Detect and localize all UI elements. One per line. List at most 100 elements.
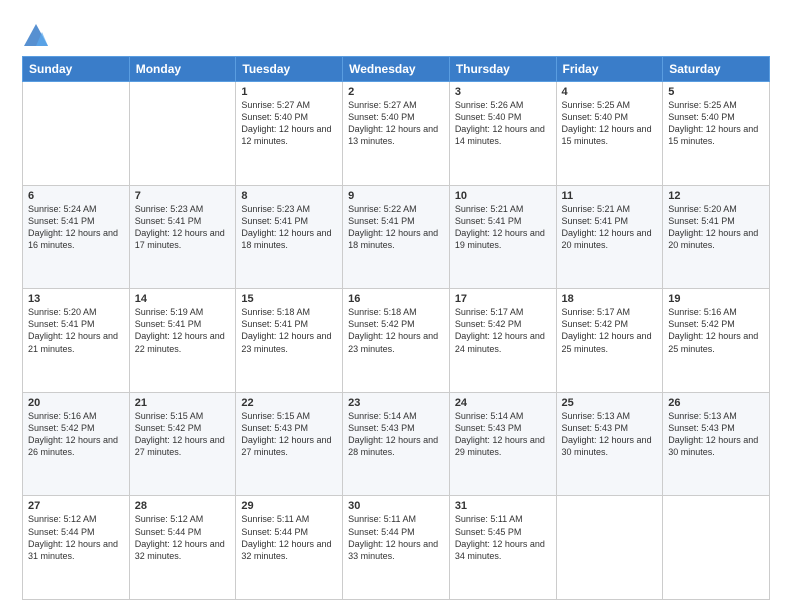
cell-info: Sunrise: 5:25 AMSunset: 5:40 PMDaylight:… xyxy=(562,99,658,148)
cell-info: Sunrise: 5:16 AMSunset: 5:42 PMDaylight:… xyxy=(28,410,124,459)
cell-info: Sunrise: 5:11 AMSunset: 5:44 PMDaylight:… xyxy=(348,513,444,562)
calendar-cell: 28Sunrise: 5:12 AMSunset: 5:44 PMDayligh… xyxy=(129,496,236,600)
cell-info: Sunrise: 5:11 AMSunset: 5:45 PMDaylight:… xyxy=(455,513,551,562)
calendar-cell: 17Sunrise: 5:17 AMSunset: 5:42 PMDayligh… xyxy=(449,289,556,393)
cell-info: Sunrise: 5:23 AMSunset: 5:41 PMDaylight:… xyxy=(135,203,231,252)
day-number: 19 xyxy=(668,293,764,305)
cell-info: Sunrise: 5:27 AMSunset: 5:40 PMDaylight:… xyxy=(348,99,444,148)
day-number: 27 xyxy=(28,500,124,512)
weekday-header: Thursday xyxy=(449,57,556,82)
calendar-cell: 5Sunrise: 5:25 AMSunset: 5:40 PMDaylight… xyxy=(663,82,770,186)
day-number: 29 xyxy=(241,500,337,512)
cell-info: Sunrise: 5:19 AMSunset: 5:41 PMDaylight:… xyxy=(135,306,231,355)
calendar-cell: 4Sunrise: 5:25 AMSunset: 5:40 PMDaylight… xyxy=(556,82,663,186)
calendar-cell: 20Sunrise: 5:16 AMSunset: 5:42 PMDayligh… xyxy=(23,392,130,496)
calendar-cell: 24Sunrise: 5:14 AMSunset: 5:43 PMDayligh… xyxy=(449,392,556,496)
day-number: 1 xyxy=(241,86,337,98)
day-number: 11 xyxy=(562,190,658,202)
calendar-cell: 7Sunrise: 5:23 AMSunset: 5:41 PMDaylight… xyxy=(129,185,236,289)
day-number: 2 xyxy=(348,86,444,98)
day-number: 3 xyxy=(455,86,551,98)
weekday-header: Tuesday xyxy=(236,57,343,82)
calendar-cell: 12Sunrise: 5:20 AMSunset: 5:41 PMDayligh… xyxy=(663,185,770,289)
cell-info: Sunrise: 5:13 AMSunset: 5:43 PMDaylight:… xyxy=(668,410,764,459)
day-number: 24 xyxy=(455,397,551,409)
logo xyxy=(22,22,54,50)
day-number: 18 xyxy=(562,293,658,305)
cell-info: Sunrise: 5:20 AMSunset: 5:41 PMDaylight:… xyxy=(28,306,124,355)
calendar-cell xyxy=(556,496,663,600)
cell-info: Sunrise: 5:26 AMSunset: 5:40 PMDaylight:… xyxy=(455,99,551,148)
calendar-cell xyxy=(129,82,236,186)
page-header xyxy=(22,18,770,50)
cell-info: Sunrise: 5:17 AMSunset: 5:42 PMDaylight:… xyxy=(562,306,658,355)
cell-info: Sunrise: 5:23 AMSunset: 5:41 PMDaylight:… xyxy=(241,203,337,252)
cell-info: Sunrise: 5:22 AMSunset: 5:41 PMDaylight:… xyxy=(348,203,444,252)
calendar-cell: 14Sunrise: 5:19 AMSunset: 5:41 PMDayligh… xyxy=(129,289,236,393)
calendar-cell: 31Sunrise: 5:11 AMSunset: 5:45 PMDayligh… xyxy=(449,496,556,600)
calendar-week-row: 6Sunrise: 5:24 AMSunset: 5:41 PMDaylight… xyxy=(23,185,770,289)
day-number: 5 xyxy=(668,86,764,98)
calendar-cell: 3Sunrise: 5:26 AMSunset: 5:40 PMDaylight… xyxy=(449,82,556,186)
day-number: 8 xyxy=(241,190,337,202)
day-number: 16 xyxy=(348,293,444,305)
cell-info: Sunrise: 5:21 AMSunset: 5:41 PMDaylight:… xyxy=(455,203,551,252)
day-number: 28 xyxy=(135,500,231,512)
day-number: 9 xyxy=(348,190,444,202)
cell-info: Sunrise: 5:15 AMSunset: 5:42 PMDaylight:… xyxy=(135,410,231,459)
day-number: 6 xyxy=(28,190,124,202)
calendar-cell: 10Sunrise: 5:21 AMSunset: 5:41 PMDayligh… xyxy=(449,185,556,289)
day-number: 26 xyxy=(668,397,764,409)
weekday-header: Wednesday xyxy=(343,57,450,82)
calendar-cell: 19Sunrise: 5:16 AMSunset: 5:42 PMDayligh… xyxy=(663,289,770,393)
cell-info: Sunrise: 5:11 AMSunset: 5:44 PMDaylight:… xyxy=(241,513,337,562)
cell-info: Sunrise: 5:18 AMSunset: 5:42 PMDaylight:… xyxy=(348,306,444,355)
cell-info: Sunrise: 5:12 AMSunset: 5:44 PMDaylight:… xyxy=(28,513,124,562)
weekday-header: Saturday xyxy=(663,57,770,82)
calendar-cell: 18Sunrise: 5:17 AMSunset: 5:42 PMDayligh… xyxy=(556,289,663,393)
calendar-cell: 15Sunrise: 5:18 AMSunset: 5:41 PMDayligh… xyxy=(236,289,343,393)
cell-info: Sunrise: 5:18 AMSunset: 5:41 PMDaylight:… xyxy=(241,306,337,355)
calendar-cell: 22Sunrise: 5:15 AMSunset: 5:43 PMDayligh… xyxy=(236,392,343,496)
logo-icon xyxy=(22,22,50,50)
day-number: 20 xyxy=(28,397,124,409)
calendar-cell xyxy=(663,496,770,600)
cell-info: Sunrise: 5:27 AMSunset: 5:40 PMDaylight:… xyxy=(241,99,337,148)
cell-info: Sunrise: 5:15 AMSunset: 5:43 PMDaylight:… xyxy=(241,410,337,459)
calendar-cell: 2Sunrise: 5:27 AMSunset: 5:40 PMDaylight… xyxy=(343,82,450,186)
day-number: 25 xyxy=(562,397,658,409)
calendar-cell: 8Sunrise: 5:23 AMSunset: 5:41 PMDaylight… xyxy=(236,185,343,289)
cell-info: Sunrise: 5:12 AMSunset: 5:44 PMDaylight:… xyxy=(135,513,231,562)
calendar-cell: 16Sunrise: 5:18 AMSunset: 5:42 PMDayligh… xyxy=(343,289,450,393)
day-number: 15 xyxy=(241,293,337,305)
calendar-cell: 29Sunrise: 5:11 AMSunset: 5:44 PMDayligh… xyxy=(236,496,343,600)
calendar-cell: 30Sunrise: 5:11 AMSunset: 5:44 PMDayligh… xyxy=(343,496,450,600)
calendar-header-row: SundayMondayTuesdayWednesdayThursdayFrid… xyxy=(23,57,770,82)
calendar-cell: 27Sunrise: 5:12 AMSunset: 5:44 PMDayligh… xyxy=(23,496,130,600)
calendar-week-row: 27Sunrise: 5:12 AMSunset: 5:44 PMDayligh… xyxy=(23,496,770,600)
calendar-cell: 9Sunrise: 5:22 AMSunset: 5:41 PMDaylight… xyxy=(343,185,450,289)
day-number: 21 xyxy=(135,397,231,409)
calendar-cell: 25Sunrise: 5:13 AMSunset: 5:43 PMDayligh… xyxy=(556,392,663,496)
cell-info: Sunrise: 5:20 AMSunset: 5:41 PMDaylight:… xyxy=(668,203,764,252)
weekday-header: Sunday xyxy=(23,57,130,82)
calendar-cell: 6Sunrise: 5:24 AMSunset: 5:41 PMDaylight… xyxy=(23,185,130,289)
calendar-cell: 21Sunrise: 5:15 AMSunset: 5:42 PMDayligh… xyxy=(129,392,236,496)
calendar-page: SundayMondayTuesdayWednesdayThursdayFrid… xyxy=(0,0,792,612)
cell-info: Sunrise: 5:14 AMSunset: 5:43 PMDaylight:… xyxy=(348,410,444,459)
day-number: 31 xyxy=(455,500,551,512)
cell-info: Sunrise: 5:14 AMSunset: 5:43 PMDaylight:… xyxy=(455,410,551,459)
day-number: 22 xyxy=(241,397,337,409)
day-number: 10 xyxy=(455,190,551,202)
calendar-week-row: 20Sunrise: 5:16 AMSunset: 5:42 PMDayligh… xyxy=(23,392,770,496)
cell-info: Sunrise: 5:17 AMSunset: 5:42 PMDaylight:… xyxy=(455,306,551,355)
calendar-cell: 11Sunrise: 5:21 AMSunset: 5:41 PMDayligh… xyxy=(556,185,663,289)
day-number: 7 xyxy=(135,190,231,202)
day-number: 13 xyxy=(28,293,124,305)
calendar-cell: 26Sunrise: 5:13 AMSunset: 5:43 PMDayligh… xyxy=(663,392,770,496)
day-number: 14 xyxy=(135,293,231,305)
cell-info: Sunrise: 5:16 AMSunset: 5:42 PMDaylight:… xyxy=(668,306,764,355)
day-number: 4 xyxy=(562,86,658,98)
calendar-cell: 1Sunrise: 5:27 AMSunset: 5:40 PMDaylight… xyxy=(236,82,343,186)
day-number: 12 xyxy=(668,190,764,202)
